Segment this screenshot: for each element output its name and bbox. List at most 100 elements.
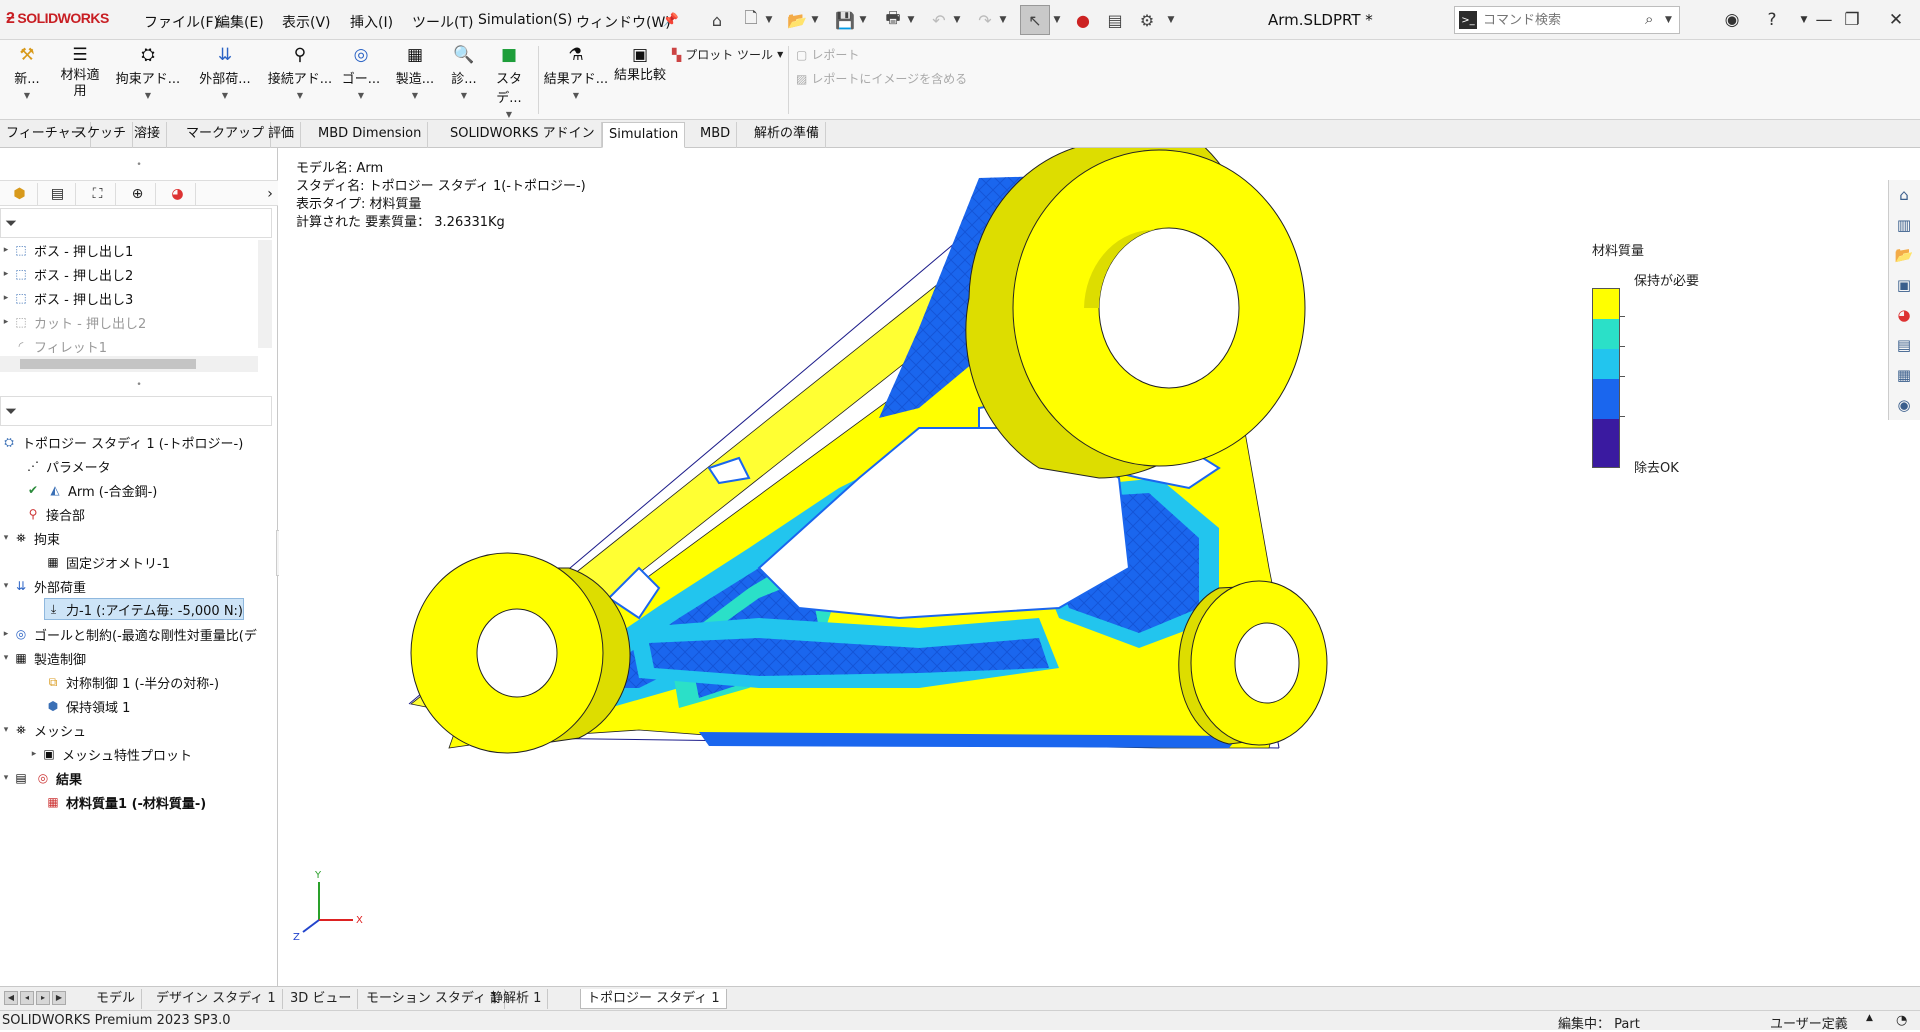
command-search-input[interactable] xyxy=(1483,10,1643,30)
redo-icon[interactable]: ↷ xyxy=(974,9,996,31)
bottom-tab-static-study[interactable]: 静解析 1 xyxy=(484,989,549,1009)
menu-insert[interactable]: 挿入(I) xyxy=(350,12,393,32)
chevron-down-icon[interactable]: ▼ xyxy=(906,9,916,31)
command-search[interactable]: >_ ⌕ ▼ xyxy=(1454,6,1680,34)
collapse-arrow-icon[interactable]: ▾ xyxy=(0,773,12,783)
property-manager-tab-icon[interactable]: ▤ xyxy=(40,183,76,205)
tab-simulation-setup[interactable]: 解析の準備 xyxy=(748,122,827,148)
expand-arrow-icon[interactable]: ▸ xyxy=(0,317,12,327)
tab-solidworks-addins[interactable]: SOLIDWORKS アドイン xyxy=(444,122,602,148)
solidworks-logo[interactable]: ƻ SOLIDWORKS xyxy=(6,10,109,28)
bottom-tab-3d-views[interactable]: 3D ビュー xyxy=(284,989,359,1009)
bottom-tab-model[interactable]: モデル xyxy=(90,989,143,1009)
pin-icon[interactable]: 📌 xyxy=(660,9,682,31)
chevron-down-icon[interactable]: ▼ xyxy=(858,9,868,31)
expand-arrow-icon[interactable]: ▸ xyxy=(28,749,40,759)
manufacturing-controls-button[interactable]: ▦ 製造... ▼ xyxy=(390,44,440,100)
menu-window[interactable]: ウィンドウ(W) xyxy=(576,12,671,32)
chevron-down-icon[interactable]: ▼ xyxy=(952,9,962,31)
solidworks-forum-icon[interactable]: ▦ xyxy=(1889,360,1919,390)
last-tab-icon[interactable]: ▶ xyxy=(52,991,66,1005)
external-loads-button[interactable]: ⇊ 外部荷... ▼ xyxy=(190,44,260,100)
tree-item-fillet1[interactable]: ◜ フィレット1 xyxy=(0,336,107,356)
collapse-arrow-icon[interactable]: ▾ xyxy=(0,581,12,591)
graphics-area[interactable]: モデル名: Arm スタディ名: トポロジー スタディ 1(-トポロジー-) 表… xyxy=(279,148,1888,986)
diagnostics-button[interactable]: 🔍 診... ▼ xyxy=(446,44,482,100)
chevron-down-icon[interactable]: ▼ xyxy=(810,9,820,31)
panel-splitter-grip[interactable]: • xyxy=(0,160,278,170)
user-account-icon[interactable]: ◉ xyxy=(1720,8,1744,32)
first-tab-icon[interactable]: ◀ xyxy=(4,991,18,1005)
next-tab-icon[interactable]: ▸ xyxy=(36,991,50,1005)
expand-arrow-icon[interactable]: ▸ xyxy=(0,293,12,303)
include-image-button[interactable]: ▨ レポートにイメージを含める xyxy=(796,70,967,87)
print-icon[interactable]: 🖶 xyxy=(882,8,904,31)
tree-item-boss-extrude2[interactable]: ▸ ⬚ ボス - 押し出し2 xyxy=(0,264,134,284)
new-document-icon[interactable]: 🗋 xyxy=(740,8,762,31)
save-icon[interactable]: 💾 xyxy=(834,9,856,31)
menu-simulation[interactable]: Simulation(S) xyxy=(478,12,572,28)
tree-item-topology-study[interactable]: ⛭ トポロジー スタディ 1 (-トポロジー-) xyxy=(0,432,243,452)
chevron-down-icon[interactable]: ▼ xyxy=(998,9,1008,31)
close-window-icon[interactable]: ✕ xyxy=(1884,8,1908,32)
feature-tree-filter[interactable]: ⏷ xyxy=(0,208,272,238)
results-advisor-button[interactable]: ⚗ 結果アド... ▼ xyxy=(542,44,610,100)
configuration-manager-tab-icon[interactable]: ⛶ xyxy=(80,183,116,205)
undo-icon[interactable]: ↶ xyxy=(928,9,950,31)
rebuild-traffic-light-icon[interactable]: ● xyxy=(1072,9,1094,31)
tree-item-parameters[interactable]: ⋰ パラメータ xyxy=(24,456,111,476)
tree-item-external-loads[interactable]: ▾ ⇊ 外部荷重 xyxy=(0,576,86,596)
tree-item-mesh-plot[interactable]: ▸ ▣ メッシュ特性プロット xyxy=(28,744,192,764)
search-icon[interactable]: ⌕ xyxy=(1645,10,1653,28)
select-cursor-icon[interactable]: ↖ xyxy=(1020,5,1050,35)
expand-arrow-icon[interactable]: ▸ xyxy=(0,269,12,279)
minimize-window-icon[interactable]: — xyxy=(1812,8,1836,32)
restore-window-icon[interactable]: ❐ xyxy=(1840,8,1864,32)
tree-item-symmetry-control[interactable]: ⧉ 対称制御 1 (-半分の対称-) xyxy=(44,672,219,692)
tab-sketch[interactable]: スケッチ xyxy=(68,122,134,148)
tree-item-connections[interactable]: ⚲ 接合部 xyxy=(24,504,85,524)
collapse-arrow-icon[interactable]: ▾ xyxy=(0,725,12,735)
tree-item-boss-extrude1[interactable]: ▸ ⬚ ボス - 押し出し1 xyxy=(0,240,134,260)
tree-item-results[interactable]: ▾ ▤ ◎ 結果 xyxy=(0,768,82,788)
tab-mbd[interactable]: MBD xyxy=(694,122,738,148)
chevron-down-icon[interactable]: ▼ xyxy=(1052,9,1062,31)
collapse-arrow-icon[interactable]: ▾ xyxy=(0,533,12,543)
menu-tools[interactable]: ツール(T) xyxy=(412,12,473,32)
expand-arrow-icon[interactable]: ▸ xyxy=(0,245,12,255)
tree-item-mesh[interactable]: ▾ ⛯ メッシュ xyxy=(0,720,86,740)
unit-system-text[interactable]: ユーザー定義 xyxy=(1770,1013,1848,1032)
dimxpert-tab-icon[interactable]: ⊕ xyxy=(120,183,156,205)
design-library-icon[interactable]: ▥ xyxy=(1889,210,1919,240)
tree-item-arm-part[interactable]: ✔ ◭ Arm (-合金鋼-) xyxy=(24,480,157,500)
tree-item-cut-extrude2[interactable]: ▸ ⬚ カット - 押し出し2 xyxy=(0,312,147,332)
chevron-up-icon[interactable]: ▲ xyxy=(1866,1013,1873,1023)
tree-item-force[interactable]: ⤓ 力-1 (:アイテム毎: -5,000 N:) xyxy=(44,598,244,620)
home-icon[interactable]: ⌂ xyxy=(706,9,728,31)
tab-mbd-dimension[interactable]: MBD Dimension xyxy=(312,122,429,148)
compare-results-button[interactable]: ▣ 結果比較 xyxy=(614,44,666,84)
goals-button[interactable]: ◎ ゴー... ▼ xyxy=(340,44,382,100)
menu-file[interactable]: ファイル(F) xyxy=(144,12,219,32)
study-tree-filter[interactable]: ⏷ xyxy=(0,396,272,426)
apply-material-button[interactable]: ☰ 材料適用 xyxy=(56,44,104,100)
3dexperience-icon[interactable]: ◉ xyxy=(1889,390,1919,420)
tree-item-fixtures[interactable]: ▾ ⛯ 拘束 xyxy=(0,528,60,548)
chevron-down-icon[interactable]: ▼ xyxy=(764,9,774,31)
display-manager-tab-icon[interactable]: ◕ xyxy=(160,183,196,205)
previous-tab-icon[interactable]: ◂ xyxy=(20,991,34,1005)
chevron-down-icon[interactable]: ▼ xyxy=(1166,9,1176,31)
plot-tools-button[interactable]: ▚ プロット ツール ▼ xyxy=(672,46,783,63)
bottom-tab-topology-study[interactable]: トポロジー スタディ 1 xyxy=(580,989,727,1009)
feature-manager-tab-icon[interactable]: ⬢ xyxy=(2,183,38,205)
appearances-scenes-icon[interactable]: ◕ xyxy=(1889,300,1919,330)
connections-advisor-button[interactable]: ⚲ 接続アド... ▼ xyxy=(264,44,336,100)
collapse-arrow-icon[interactable]: ▾ xyxy=(0,653,12,663)
file-explorer-folder-icon[interactable]: 📂 xyxy=(1889,240,1919,270)
expand-arrow-icon[interactable]: ▸ xyxy=(0,629,12,639)
new-study-button[interactable]: ⚒ 新... ▼ xyxy=(8,44,46,100)
solidworks-resources-home-icon[interactable]: ⌂ xyxy=(1889,180,1919,210)
open-folder-icon[interactable]: 📂 xyxy=(786,9,808,31)
tree-item-goals-constraints[interactable]: ▸ ◎ ゴールと制約(-最適な剛性対重量比(デ xyxy=(0,624,257,644)
tree-item-boss-extrude3[interactable]: ▸ ⬚ ボス - 押し出し3 xyxy=(0,288,134,308)
